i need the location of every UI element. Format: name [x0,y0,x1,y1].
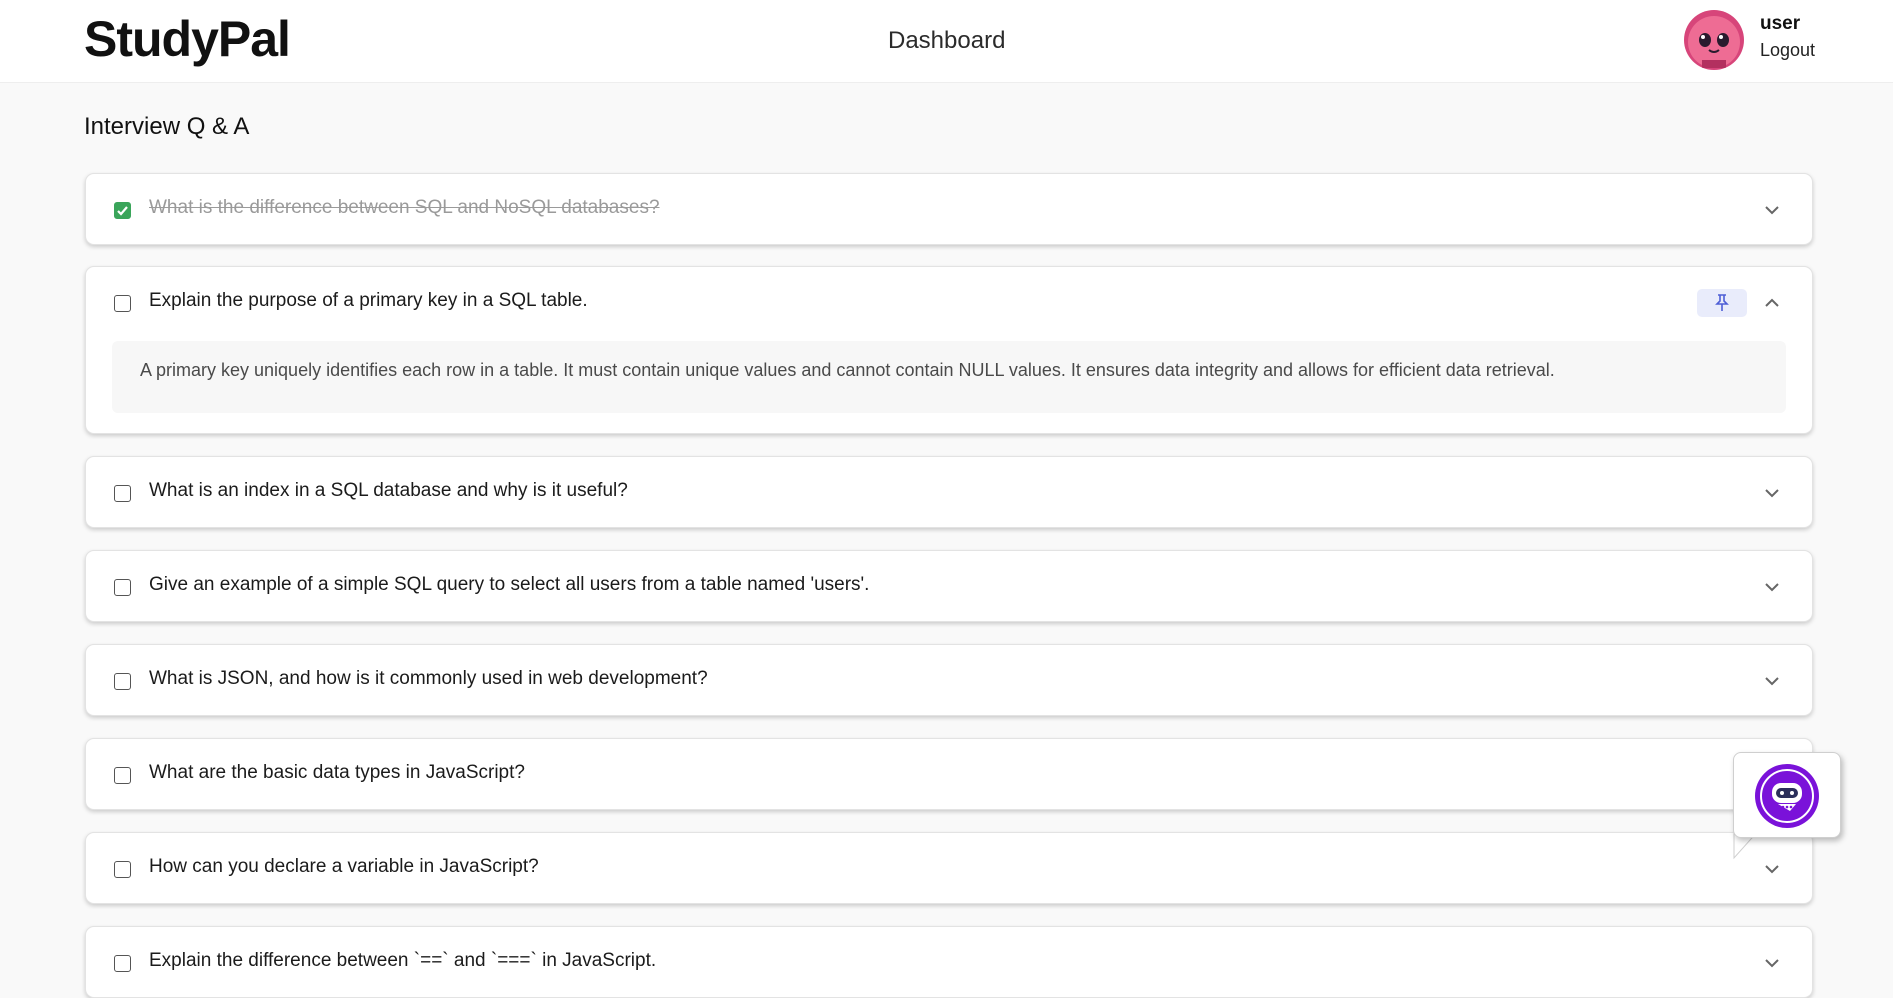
nav-dashboard-link[interactable]: Dashboard [888,27,1005,55]
qa-header[interactable]: How can you declare a variable in JavaSc… [86,833,1812,903]
chevron-up-icon[interactable] [1762,293,1782,313]
chatbot-button[interactable] [1733,752,1841,838]
chevron-down-icon[interactable] [1762,483,1782,503]
question-text: What is JSON, and how is it commonly use… [149,668,708,689]
chevron-down-icon[interactable] [1762,200,1782,220]
qa-card: What is an index in a SQL database and w… [85,456,1813,528]
qa-card-expanded: Explain the purpose of a primary key in … [85,266,1813,434]
qa-header[interactable]: Explain the difference between `==` and … [86,927,1812,997]
qa-header[interactable]: What are the basic data types in JavaScr… [86,739,1812,809]
chatbot-icon [1755,764,1819,828]
avatar[interactable] [1684,10,1744,70]
user-name: user [1760,13,1801,34]
qa-card: What are the basic data types in JavaScr… [85,738,1813,810]
question-text: What is an index in a SQL database and w… [149,480,628,501]
question-text: Explain the purpose of a primary key in … [149,290,588,311]
question-text: Give an example of a simple SQL query to… [149,574,870,595]
avatar-image [1684,10,1744,70]
qa-header[interactable]: Give an example of a simple SQL query to… [86,551,1812,621]
qa-card: Give an example of a simple SQL query to… [85,550,1813,622]
question-checkbox[interactable] [114,767,131,784]
qa-card: What is JSON, and how is it commonly use… [85,644,1813,716]
qa-card: How can you declare a variable in JavaSc… [85,832,1813,904]
question-checkbox[interactable] [114,955,131,972]
qa-header[interactable]: What is the difference between SQL and N… [86,174,1812,244]
question-checkbox[interactable] [114,861,131,878]
qa-header[interactable]: Explain the purpose of a primary key in … [86,267,1812,337]
question-text: How can you declare a variable in JavaSc… [149,856,539,877]
qa-card: What is the difference between SQL and N… [85,173,1813,245]
question-text: What are the basic data types in JavaScr… [149,762,525,783]
chevron-down-icon[interactable] [1762,577,1782,597]
qa-header[interactable]: What is JSON, and how is it commonly use… [86,645,1812,715]
qa-header[interactable]: What is an index in a SQL database and w… [86,457,1812,527]
pin-icon [1715,294,1729,311]
logout-link[interactable]: Logout [1760,40,1815,61]
question-checkbox[interactable] [114,673,131,690]
pin-button[interactable] [1697,289,1747,317]
question-checkbox[interactable] [114,295,131,312]
question-checkbox[interactable] [114,579,131,596]
answer-panel: A primary key uniquely identifies each r… [112,341,1786,413]
qa-card: Explain the difference between `==` and … [85,926,1813,998]
answer-text: A primary key uniquely identifies each r… [140,360,1555,380]
page-title: Interview Q & A [84,113,250,140]
question-text: What is the difference between SQL and N… [149,197,660,218]
checkmark-icon [117,206,128,216]
question-text: Explain the difference between `==` and … [149,950,657,971]
chevron-down-icon[interactable] [1762,671,1782,691]
question-checkbox[interactable] [114,202,131,219]
question-checkbox[interactable] [114,485,131,502]
chevron-down-icon[interactable] [1762,953,1782,973]
top-header: StudyPal Dashboard user Logout [0,0,1893,83]
app-logo[interactable]: StudyPal [84,10,291,68]
chevron-down-icon[interactable] [1762,859,1782,879]
